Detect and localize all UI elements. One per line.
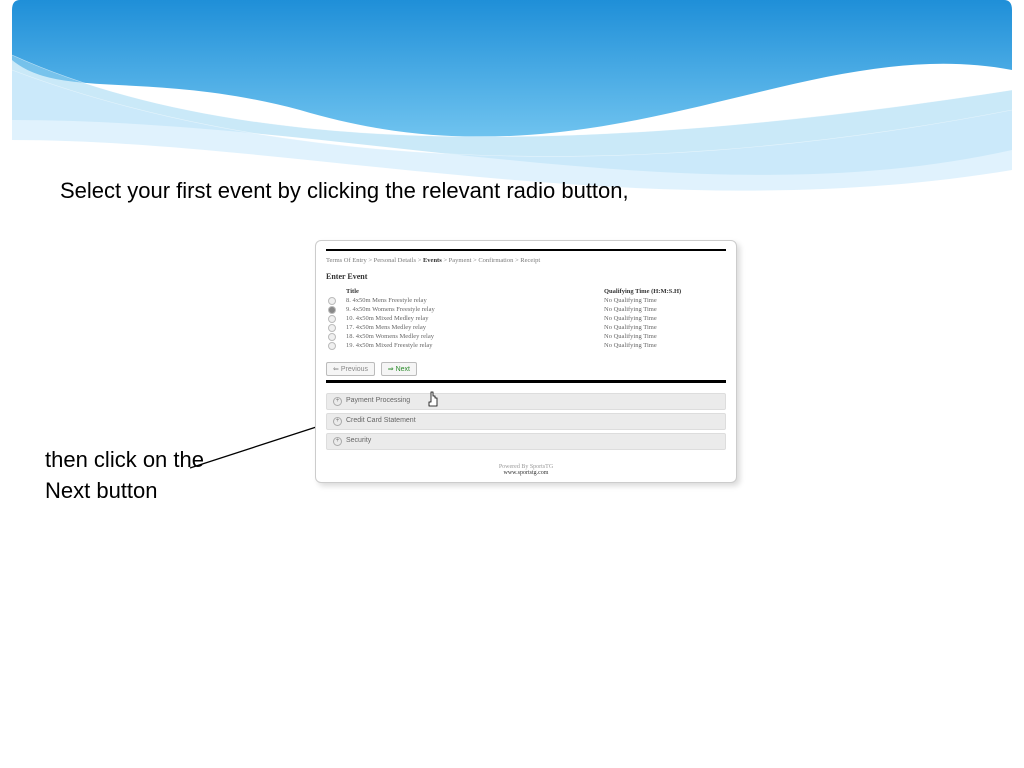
event-radio[interactable] <box>328 315 336 323</box>
section-title: Enter Event <box>326 272 726 281</box>
events-table: Title Qualifying Time (H:M:S.H) 8. 4x50m… <box>326 287 726 350</box>
instruction-top: Select your first event by clicking the … <box>60 178 629 204</box>
event-qt: No Qualifying Time <box>602 341 726 350</box>
event-radio[interactable] <box>328 342 336 350</box>
crumb-terms[interactable]: Terms Of Entry <box>326 257 367 264</box>
crumb-events[interactable]: Events <box>423 257 442 264</box>
nav-buttons: ⇐ Previous ⇒ Next <box>326 362 726 376</box>
event-row: 19. 4x50m Mixed Freestyle relay No Quali… <box>326 341 726 350</box>
event-title: 4x50m Mixed Medley relay <box>356 315 429 322</box>
event-qt: No Qualifying Time <box>602 332 726 341</box>
divider-top <box>326 249 726 251</box>
event-title: 4x50m Mens Freestyle relay <box>353 297 427 304</box>
event-row: 17. 4x50m Mens Medley relay No Qualifyin… <box>326 323 726 332</box>
next-button[interactable]: ⇒ Next <box>381 362 417 376</box>
instruction-bottom-l1: then click on the <box>45 447 204 472</box>
expand-icon: + <box>333 397 342 406</box>
event-title: 4x50m Mens Medley relay <box>356 324 426 331</box>
wave-header <box>0 0 1024 200</box>
event-title: 4x50m Mixed Freestyle relay <box>356 342 433 349</box>
previous-label: Previous <box>341 366 368 373</box>
breadcrumb: Terms Of Entry > Personal Details > Even… <box>326 257 726 264</box>
event-row: 10. 4x50m Mixed Medley relay No Qualifyi… <box>326 314 726 323</box>
event-radio[interactable] <box>328 324 336 332</box>
col-title: Title <box>344 287 602 296</box>
expander-label: Credit Card Statement <box>346 417 416 424</box>
panel-footer: Powered By SportsTG www.sportstg.com <box>326 464 726 476</box>
next-label: Next <box>396 366 410 373</box>
event-row: 18. 4x50m Womens Medley relay No Qualify… <box>326 332 726 341</box>
col-qt: Qualifying Time (H:M:S.H) <box>602 287 726 296</box>
event-row: 9. 4x50m Womens Freestyle relay No Quali… <box>326 305 726 314</box>
crumb-payment[interactable]: Payment <box>449 257 472 264</box>
event-num: 9. <box>346 306 351 313</box>
footer-url: www.sportstg.com <box>504 470 549 476</box>
event-title: 4x50m Womens Medley relay <box>356 333 434 340</box>
expander-label: Security <box>346 437 371 444</box>
event-row: 8. 4x50m Mens Freestyle relay No Qualify… <box>326 296 726 305</box>
expander-label: Payment Processing <box>346 397 410 404</box>
crumb-receipt[interactable]: Receipt <box>520 257 540 264</box>
event-num: 19. <box>346 342 354 349</box>
event-num: 8. <box>346 297 351 304</box>
event-radio[interactable] <box>328 297 336 305</box>
registration-panel: Terms Of Entry > Personal Details > Even… <box>315 240 737 483</box>
event-qt: No Qualifying Time <box>602 323 726 332</box>
crumb-personal[interactable]: Personal Details <box>374 257 416 264</box>
expand-icon: + <box>333 437 342 446</box>
expander-payment-processing[interactable]: + Payment Processing <box>326 393 726 410</box>
expander-security[interactable]: + Security <box>326 433 726 450</box>
event-radio[interactable] <box>328 333 336 341</box>
previous-button[interactable]: ⇐ Previous <box>326 362 375 376</box>
expand-icon: + <box>333 417 342 426</box>
event-radio[interactable] <box>328 306 336 314</box>
event-title: 4x50m Womens Freestyle relay <box>353 306 435 313</box>
event-qt: No Qualifying Time <box>602 305 726 314</box>
event-num: 17. <box>346 324 354 331</box>
instruction-bottom-l2: Next button <box>45 478 158 503</box>
event-num: 10. <box>346 315 354 322</box>
expander-credit-card-statement[interactable]: + Credit Card Statement <box>326 413 726 430</box>
event-num: 18. <box>346 333 354 340</box>
crumb-confirmation[interactable]: Confirmation <box>478 257 513 264</box>
event-qt: No Qualifying Time <box>602 314 726 323</box>
divider-mid <box>326 380 726 383</box>
instruction-bottom: then click on the Next button <box>45 445 204 507</box>
event-qt: No Qualifying Time <box>602 296 726 305</box>
